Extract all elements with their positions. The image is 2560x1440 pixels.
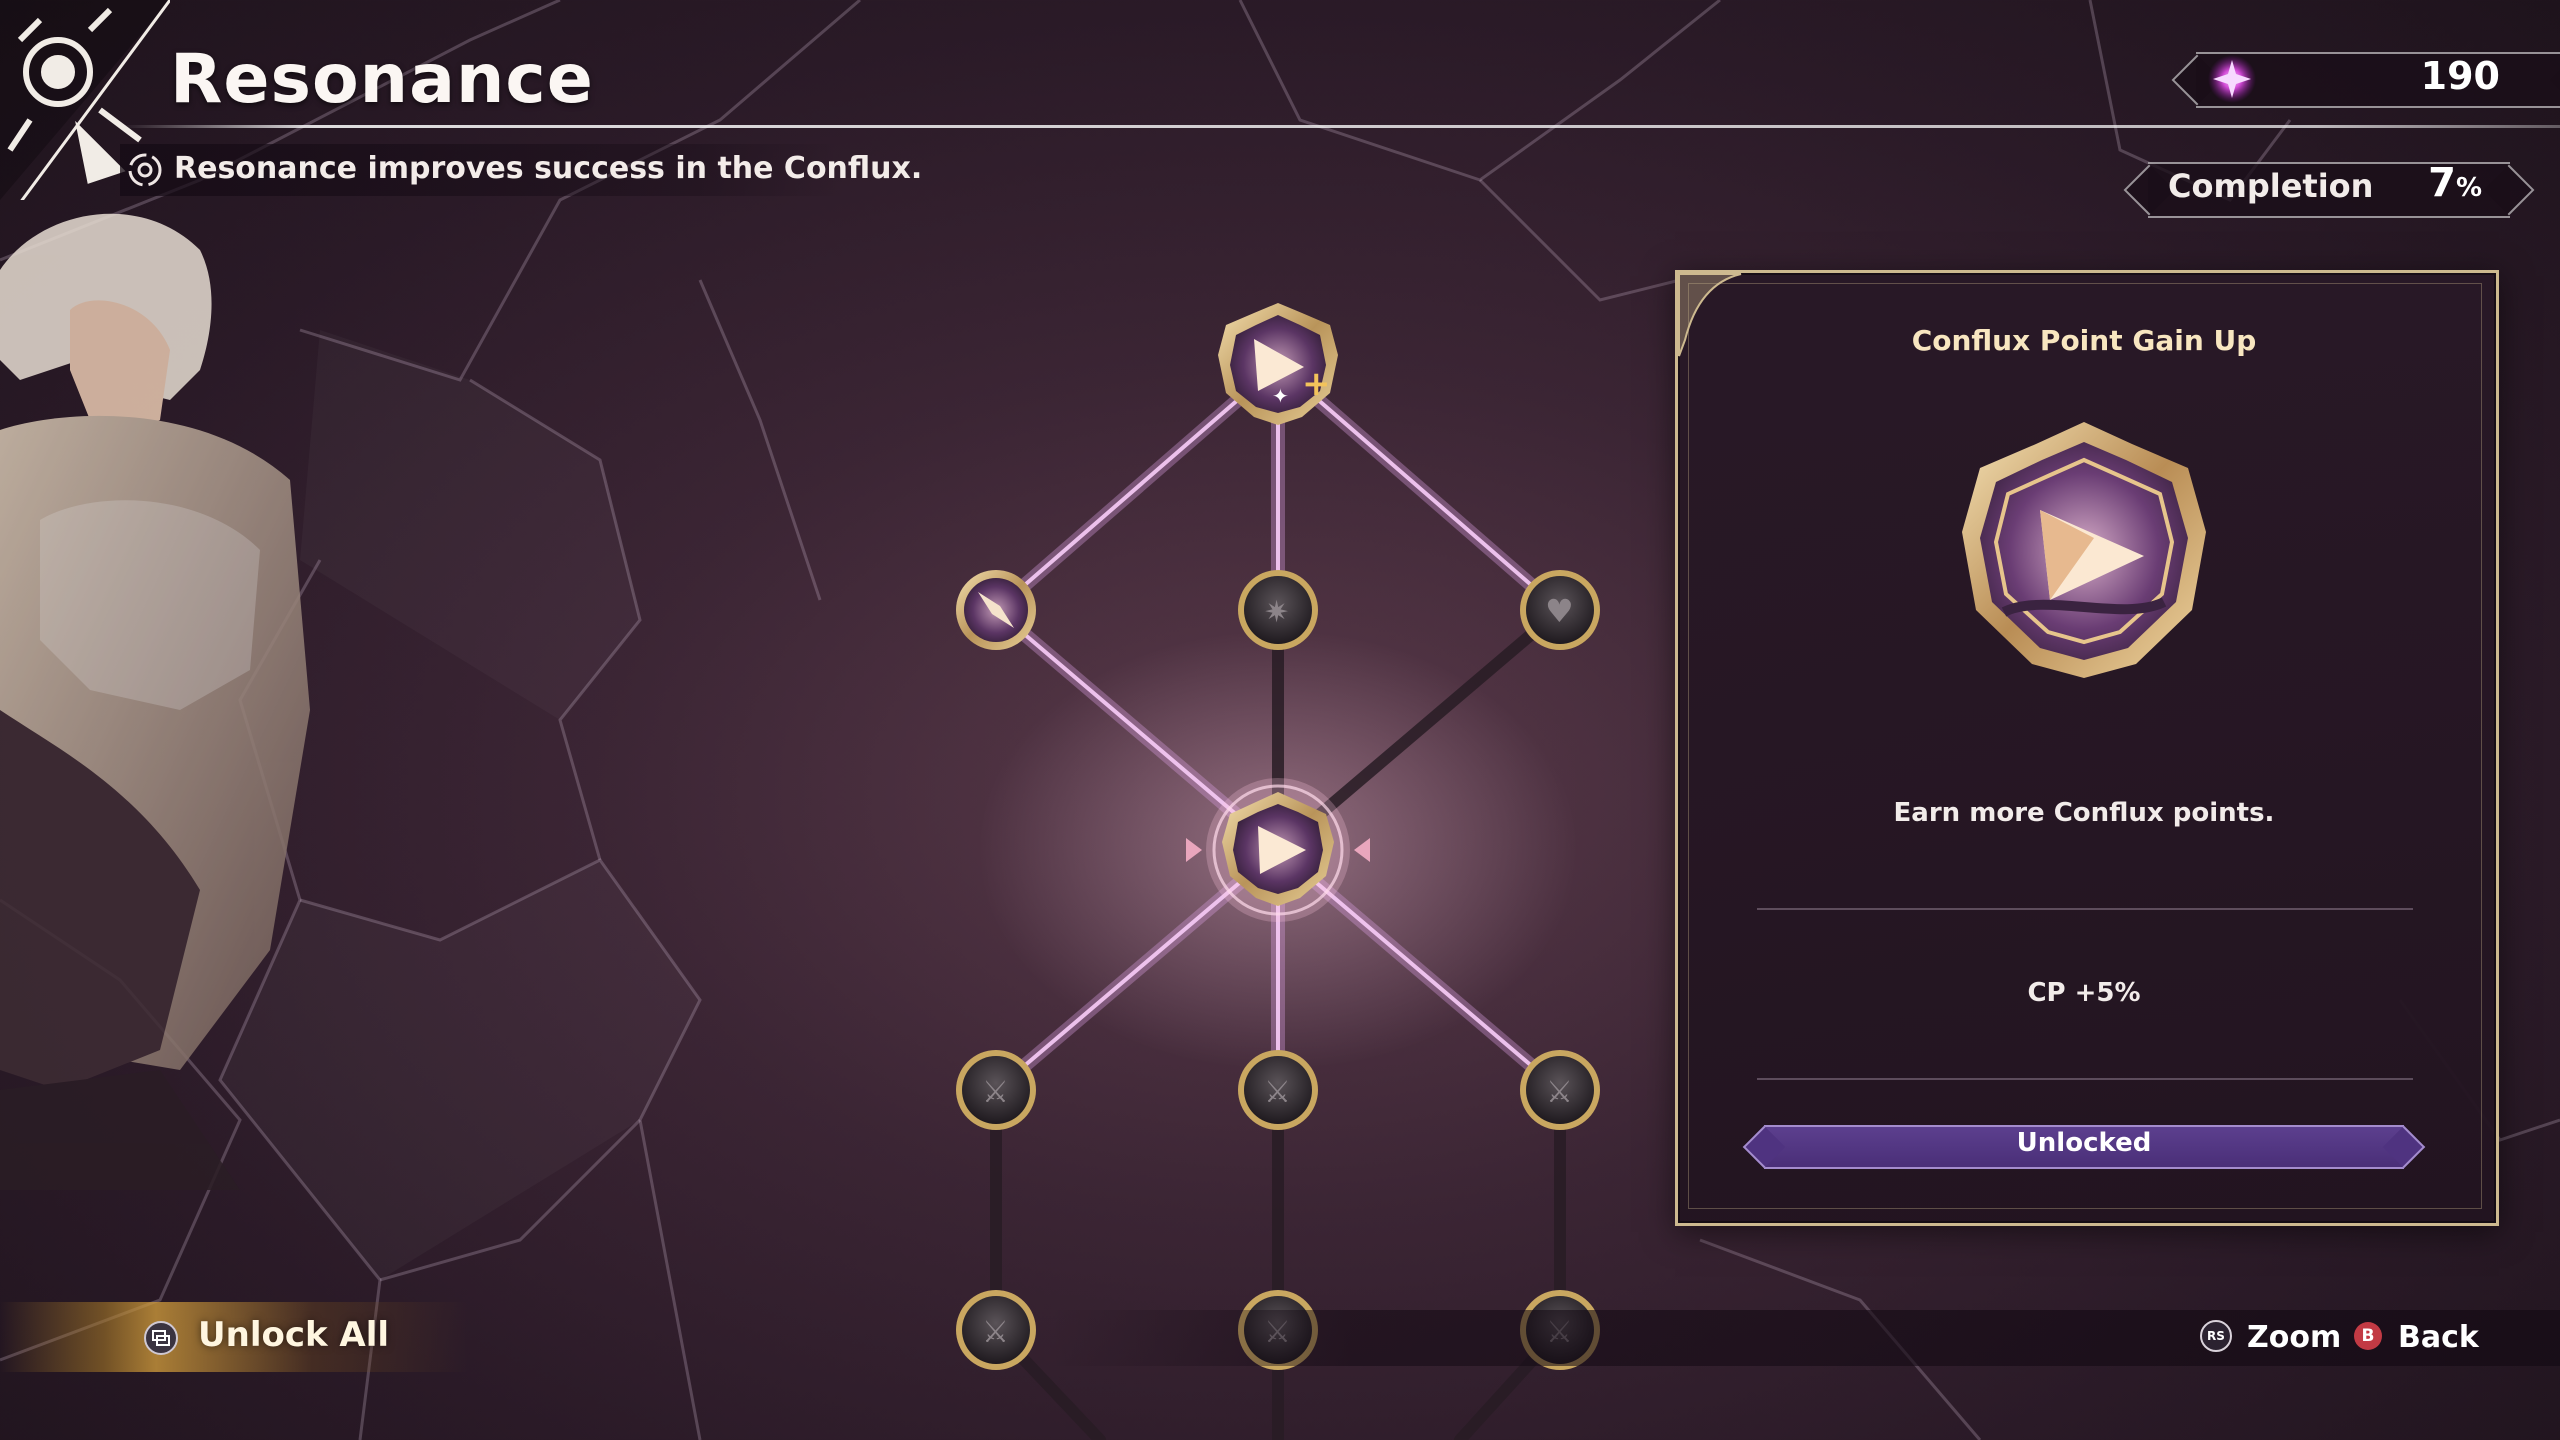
node-row3-mid[interactable]: ⚔ (1238, 1050, 1318, 1130)
node-mid[interactable]: ✷ (1238, 570, 1318, 650)
skill-effect: CP +5% (2027, 978, 2141, 1008)
completion-value: 7% (2380, 160, 2482, 206)
sparkle-icon: ✷ (1264, 595, 1289, 630)
back-button[interactable]: Back (2398, 1320, 2479, 1355)
skill-tree: + ✦ ✷ ♥ ⚔ ⚔ ⚔ ⚔ (956, 303, 1600, 1440)
completion-label: Completion (2168, 167, 2374, 205)
skill-title: Conflux Point Gain Up (1911, 324, 2257, 357)
unlocked-status-label: Unlocked (2016, 1128, 2152, 1158)
resonance-point-icon (2208, 55, 2256, 103)
swords-icon: ⚔ (1264, 1075, 1291, 1110)
conflux-point-icon (1962, 422, 2206, 678)
node-row4-left[interactable]: ⚔ (956, 1290, 1036, 1370)
swords-icon: ⚔ (1546, 1075, 1573, 1110)
node-row3-right[interactable]: ⚔ (1520, 1050, 1600, 1130)
node-left[interactable] (956, 570, 1036, 650)
completion-unit: % (2455, 173, 2482, 203)
heart-icon: ♥ (1545, 592, 1574, 630)
swirl-icon (128, 153, 162, 187)
header-divider (120, 125, 2560, 128)
panel-divider (1757, 1078, 2413, 1080)
completion-number: 7 (2428, 160, 2456, 206)
unlock-all-label[interactable]: Unlock All (198, 1315, 389, 1355)
character-portrait (0, 213, 310, 1190)
zoom-button[interactable]: Zoom (2247, 1320, 2341, 1355)
skill-description: Earn more Conflux points. (1893, 798, 2275, 828)
node-right[interactable]: ♥ (1520, 570, 1600, 650)
b-button-icon: B (2354, 1322, 2382, 1350)
page-subtitle: Resonance improves success in the Conflu… (174, 151, 923, 186)
right-stick-icon: RS (2200, 1320, 2232, 1352)
sparkle-icon: ✦ (1272, 384, 1289, 408)
view-button-icon (144, 1321, 178, 1355)
node-row3-left[interactable]: ⚔ (956, 1050, 1036, 1130)
panel-divider (1757, 908, 2413, 910)
page-title: Resonance (170, 40, 594, 119)
swords-icon: ⚔ (982, 1315, 1009, 1350)
swords-icon: ⚔ (982, 1075, 1009, 1110)
currency-value: 190 (2420, 54, 2500, 98)
plus-icon: + (1302, 364, 1331, 404)
